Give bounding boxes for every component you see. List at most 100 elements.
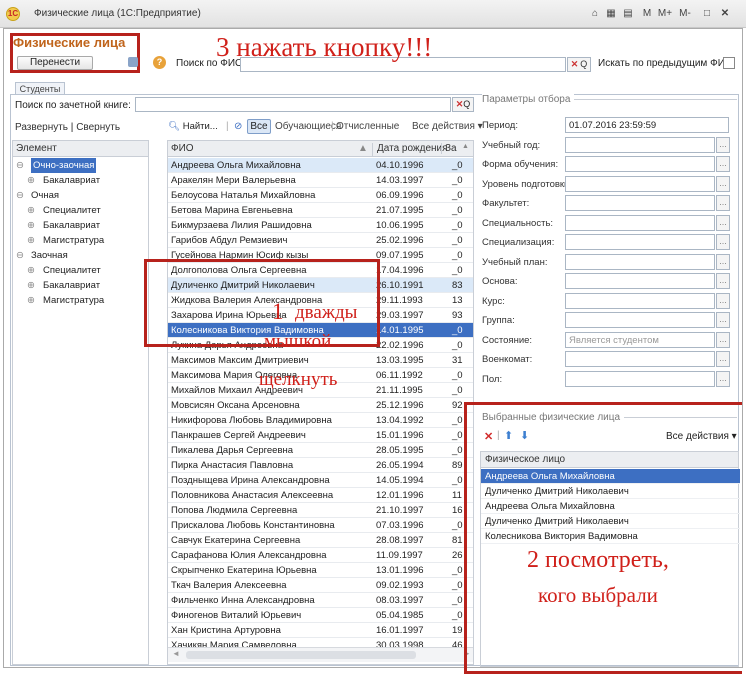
param-input[interactable] bbox=[565, 370, 715, 387]
table-row[interactable]: Попова Людмила Сергеевна 21.10.1997 16 bbox=[168, 503, 473, 518]
table-row[interactable]: Финогенов Виталий Юрьевич 05.04.1985 _0 bbox=[168, 608, 473, 623]
param-input[interactable] bbox=[565, 195, 715, 211]
table-row[interactable]: Хан Кристина Артуровна 16.01.1997 19 bbox=[168, 623, 473, 638]
search-icon[interactable]: Q bbox=[463, 99, 470, 109]
param-input[interactable]: 01.07.2016 23:59:59 bbox=[565, 117, 729, 133]
table-row[interactable]: Максимов Максим Дмитриевич 13.03.1995 31 bbox=[168, 353, 473, 368]
search-icon[interactable]: Q bbox=[580, 59, 587, 69]
scroll-left-icon[interactable]: ◄ bbox=[172, 649, 180, 658]
expand-link[interactable]: Развернуть bbox=[15, 122, 68, 133]
param-input[interactable] bbox=[565, 175, 715, 192]
table-row[interactable]: Никифорова Любовь Владимировна 13.04.1992… bbox=[168, 413, 473, 428]
search-fio-actions[interactable]: ✕ Q bbox=[567, 57, 591, 72]
tree-item[interactable]: ⊕ Бакалавриат bbox=[13, 173, 148, 188]
select-button[interactable]: … bbox=[716, 370, 730, 387]
clear-icon[interactable]: ✕ bbox=[571, 59, 579, 69]
col-extra-header[interactable]: За bbox=[441, 143, 457, 154]
table-row[interactable]: Поздныщева Ирина Александровна 14.05.1994… bbox=[168, 473, 473, 488]
table-row[interactable]: Бетова Марина Евгеньевна 21.07.1995 _0 bbox=[168, 203, 473, 218]
table-row[interactable]: Ткач Валерия Алексеевна 09.02.1993 _0 bbox=[168, 578, 473, 593]
close-icon[interactable]: ✕ bbox=[718, 7, 732, 21]
search-prev-checkbox[interactable] bbox=[723, 57, 735, 69]
expand-icon[interactable]: ⊕ bbox=[27, 218, 35, 233]
table-row[interactable]: Половникова Анастасия Алексеевна 12.01.19… bbox=[168, 488, 473, 503]
filter-expelled-button[interactable]: Отчисленные bbox=[336, 121, 399, 132]
record-search-actions[interactable]: ✕Q bbox=[452, 97, 474, 112]
tree-item[interactable]: ⊕ Специалитет bbox=[13, 203, 148, 218]
param-input[interactable] bbox=[565, 253, 715, 270]
select-button[interactable]: … bbox=[716, 195, 730, 211]
col-fio-header[interactable]: ФИО bbox=[171, 143, 194, 154]
select-button[interactable]: … bbox=[716, 214, 730, 231]
select-button[interactable]: … bbox=[716, 312, 730, 328]
memory-m-button[interactable]: M bbox=[640, 7, 654, 21]
find-button[interactable]: 🔍︎ Найти... bbox=[168, 121, 218, 132]
select-button[interactable]: … bbox=[716, 351, 730, 367]
calendar-icon[interactable]: ▦ bbox=[604, 7, 618, 21]
table-row[interactable]: Андреева Ольга Михайловна 04.10.1996 _0 bbox=[168, 158, 473, 173]
memory-minus-button[interactable]: M- bbox=[676, 7, 694, 21]
param-input[interactable]: Является студентом bbox=[565, 331, 715, 348]
collapse-icon[interactable]: ⊖ bbox=[16, 158, 24, 173]
calculator-icon[interactable]: ▤ bbox=[621, 7, 635, 21]
param-input[interactable] bbox=[565, 214, 715, 231]
table-row[interactable]: Мовсисян Оксана Арсеновна 25.12.1996 92 bbox=[168, 398, 473, 413]
param-input[interactable] bbox=[565, 273, 715, 289]
table-row[interactable]: Пикалева Дарья Сергеевна 28.05.1995 _0 bbox=[168, 443, 473, 458]
param-input[interactable] bbox=[565, 351, 715, 367]
help-icon[interactable]: ? bbox=[153, 56, 166, 69]
restore-icon[interactable]: □ bbox=[700, 7, 714, 21]
select-button[interactable]: … bbox=[716, 156, 730, 172]
collapse-icon[interactable]: ⊖ bbox=[16, 248, 24, 263]
table-row[interactable]: Фильченко Инна Александровна 08.03.1997 _0 bbox=[168, 593, 473, 608]
tree-item[interactable]: ⊕ Магистратура bbox=[13, 233, 148, 248]
table-row[interactable]: Прискалова Любовь Константиновна 07.03.19… bbox=[168, 518, 473, 533]
horizontal-scrollbar[interactable]: ◄ ► bbox=[168, 647, 473, 662]
tree-item[interactable]: ⊕ Бакалавриат bbox=[13, 218, 148, 233]
memory-plus-button[interactable]: M+ bbox=[656, 7, 674, 21]
expand-icon[interactable]: ⊕ bbox=[27, 293, 35, 308]
table-row[interactable]: Савчук Екатерина Сергеевна 28.08.1997 81 bbox=[168, 533, 473, 548]
tree-item[interactable]: ⊖ Заочная bbox=[13, 248, 148, 263]
table-row[interactable]: Белоусова Наталья Михайловна 06.09.1996 _0 bbox=[168, 188, 473, 203]
scroll-up-icon[interactable]: ▲ bbox=[462, 143, 469, 150]
tree-item[interactable]: ⊕ Магистратура bbox=[13, 293, 148, 308]
list-all-actions[interactable]: Все действия ▾ bbox=[412, 121, 483, 132]
expand-icon[interactable]: ⊕ bbox=[27, 263, 35, 278]
param-input[interactable] bbox=[565, 156, 715, 172]
tree-item[interactable]: ⊕ Бакалавриат bbox=[13, 278, 148, 293]
select-button[interactable]: … bbox=[716, 234, 730, 250]
scroll-thumb[interactable] bbox=[186, 651, 416, 659]
tree-item[interactable]: ⊖ Очная bbox=[13, 188, 148, 203]
select-button[interactable]: … bbox=[716, 175, 730, 192]
param-input[interactable] bbox=[565, 136, 715, 153]
table-row[interactable]: Сарафанова Юлия Александровна 11.09.1997 2… bbox=[168, 548, 473, 563]
param-input[interactable] bbox=[565, 312, 715, 328]
col-birth-header[interactable]: Дата рождения bbox=[372, 143, 448, 156]
move-button[interactable]: Перенести bbox=[17, 56, 93, 70]
expand-icon[interactable]: ⊕ bbox=[27, 278, 35, 293]
select-button[interactable]: … bbox=[716, 292, 730, 309]
table-row[interactable]: Гарибов Абдул Ремзиевич 25.02.1996 _0 bbox=[168, 233, 473, 248]
collapse-link[interactable]: Свернуть bbox=[76, 122, 120, 133]
expand-icon[interactable]: ⊕ bbox=[27, 233, 35, 248]
select-button[interactable]: … bbox=[716, 331, 730, 348]
expand-icon[interactable]: ⊕ bbox=[27, 173, 35, 188]
select-button[interactable]: … bbox=[716, 253, 730, 270]
tree-item[interactable]: ⊕ Специалитет bbox=[13, 263, 148, 278]
expand-icon[interactable]: ⊕ bbox=[27, 203, 35, 218]
record-search-input[interactable] bbox=[135, 97, 451, 112]
param-input[interactable] bbox=[565, 234, 715, 250]
home-icon[interactable]: ⌂ bbox=[588, 7, 602, 21]
table-row[interactable]: Панкрашев Сергей Андреевич 15.01.1996 _0 bbox=[168, 428, 473, 443]
select-button[interactable]: … bbox=[716, 136, 730, 153]
table-row[interactable]: Пирка Анастасия Павловна 26.05.1994 89 bbox=[168, 458, 473, 473]
lock-icon[interactable] bbox=[128, 57, 138, 67]
table-row[interactable]: Аракелян Мери Валерьевна 14.03.1997 _0 bbox=[168, 173, 473, 188]
collapse-icon[interactable]: ⊖ bbox=[16, 188, 24, 203]
cancel-search-icon[interactable]: ⊘ bbox=[234, 121, 242, 132]
filter-all-button[interactable]: Все bbox=[247, 119, 271, 134]
table-row[interactable]: Бикмурзаева Лилия Рашидовна 10.06.1995 _0 bbox=[168, 218, 473, 233]
select-button[interactable]: … bbox=[716, 273, 730, 289]
tree-item[interactable]: ⊖ Очно-заочная bbox=[13, 158, 148, 173]
